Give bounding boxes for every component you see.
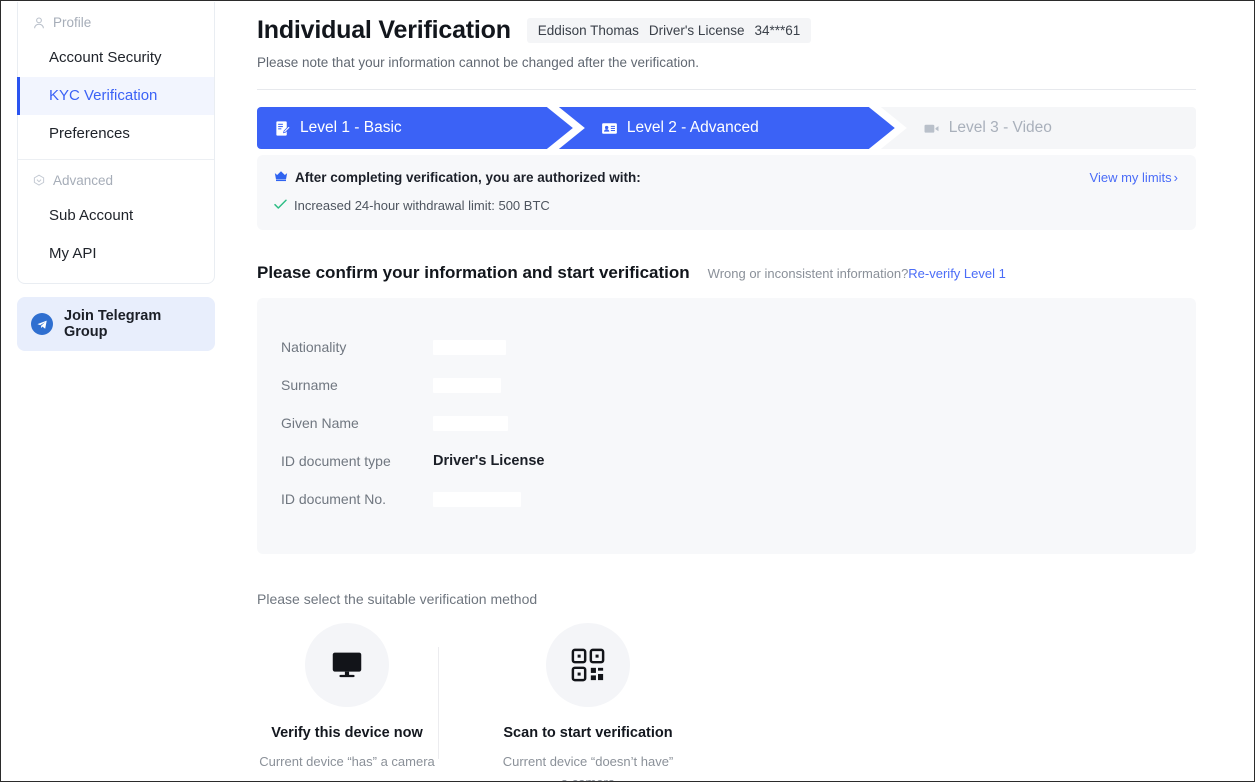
step-label: Level 1 - Basic — [300, 119, 402, 136]
telegram-icon — [31, 313, 53, 335]
sidebar-item-kyc-verification[interactable]: KYC Verification — [17, 77, 214, 115]
method-title: Verify this device now — [271, 725, 423, 741]
qr-code-icon — [546, 623, 630, 707]
confirm-note: Wrong or inconsistent information?Re-ver… — [708, 266, 1006, 281]
identity-info-panel: Nationality Surname Given Name ID docume… — [257, 298, 1196, 554]
document-pen-icon — [274, 120, 291, 137]
user-icon — [32, 16, 46, 30]
header-divider — [257, 89, 1196, 90]
info-label: ID document No. — [281, 491, 387, 507]
method-title: Scan to start verification — [503, 725, 673, 741]
step-label: Level 3 - Video — [948, 119, 1052, 136]
video-camera-icon — [923, 120, 940, 137]
method-verify-this-device[interactable]: Verify this device now Current device “h… — [257, 623, 437, 772]
crown-icon — [274, 170, 288, 185]
sidebar-card: Profile Account Security KYC Verificatio… — [17, 2, 215, 284]
sidebar-item-sub-account[interactable]: Sub Account — [18, 197, 214, 235]
hexagon-chevron-icon — [32, 174, 46, 188]
benefits-heading: After completing verification, you are a… — [274, 170, 1176, 185]
benefit-item-text: Increased 24-hour withdrawal limit: 500 … — [294, 198, 550, 213]
sidebar-group-profile-header: Profile — [18, 2, 214, 39]
info-row: Surname — [281, 366, 1196, 404]
sidebar-item-label: My API — [49, 245, 97, 262]
confirm-heading-row: Please confirm your information and star… — [257, 263, 1196, 283]
step-label: Level 2 - Advanced — [626, 119, 759, 136]
verification-method-options: Verify this device now Current device “h… — [257, 623, 1196, 781]
benefit-item: Increased 24-hour withdrawal limit: 500 … — [274, 198, 1176, 213]
sidebar-group-advanced-label: Advanced — [53, 173, 114, 188]
chevron-right-icon: › — [1173, 170, 1178, 185]
info-label: ID document type — [281, 453, 391, 469]
method-prompt: Please select the suitable verification … — [257, 591, 538, 607]
info-row: Given Name — [281, 404, 1196, 442]
telegram-label: Join Telegram Group — [64, 308, 162, 340]
info-row: Nationality — [281, 328, 1196, 366]
badge-doc-number: 34***61 — [754, 23, 801, 38]
step-level-1-basic[interactable]: Level 1 - Basic — [257, 107, 573, 149]
sidebar: Profile Account Security KYC Verificatio… — [17, 2, 215, 351]
step-level-2-advanced[interactable]: Level 2 - Advanced — [559, 107, 895, 149]
main-content: Individual Verification Eddison Thomas D… — [257, 1, 1196, 781]
badge-doc-type: Driver's License — [648, 23, 745, 38]
sidebar-item-my-api[interactable]: My API — [18, 235, 214, 273]
sidebar-item-preferences[interactable]: Preferences — [18, 115, 214, 153]
id-card-icon — [601, 120, 618, 137]
title-row: Individual Verification Eddison Thomas D… — [257, 1, 1196, 45]
info-label: Nationality — [281, 339, 347, 355]
sidebar-item-label: Account Security — [49, 49, 162, 66]
monitor-icon — [305, 623, 389, 707]
step-level-3-video[interactable]: Level 3 - Video — [880, 107, 1196, 149]
join-telegram-group-button[interactable]: Join Telegram Group — [17, 297, 215, 351]
method-description: Current device “has” a camera — [259, 754, 435, 769]
info-row: ID document No. — [281, 480, 1196, 518]
sidebar-item-label: Preferences — [49, 125, 130, 142]
redacted-value — [433, 415, 508, 431]
confirm-title: Please confirm your information and star… — [257, 263, 690, 282]
method-scan-to-start[interactable]: Scan to start verification Current devic… — [498, 623, 678, 781]
page-subtitle: Please note that your information cannot… — [257, 55, 700, 70]
sidebar-item-label: Sub Account — [49, 207, 134, 224]
sidebar-item-label: KYC Verification — [49, 87, 158, 104]
view-my-limits-link[interactable]: View my limits › — [1090, 170, 1178, 185]
info-value: Driver's License — [433, 453, 545, 469]
identity-badge: Eddison Thomas Driver's License 34***61 — [526, 18, 812, 43]
info-label: Surname — [281, 377, 338, 393]
redacted-value — [433, 491, 521, 507]
info-label: Given Name — [281, 415, 359, 431]
confirm-note-text: Wrong or inconsistent information? — [707, 266, 909, 281]
benefits-heading-text: After completing verification, you are a… — [295, 170, 641, 185]
page-title: Individual Verification — [257, 16, 511, 44]
re-verify-level-1-link[interactable]: Re-verify Level 1 — [908, 266, 1006, 281]
sidebar-item-account-security[interactable]: Account Security — [18, 39, 214, 77]
redacted-value — [433, 339, 506, 355]
benefits-panel: After completing verification, you are a… — [257, 155, 1196, 230]
sidebar-group-profile-label: Profile — [53, 15, 92, 30]
method-description: Current device “doesn’t have” a camera — [502, 754, 674, 781]
check-icon — [274, 198, 287, 213]
view-my-limits-label: View my limits — [1089, 170, 1172, 185]
info-row: ID document type Driver's License — [281, 442, 1196, 480]
kyc-verification-page: Profile Account Security KYC Verificatio… — [0, 0, 1255, 782]
badge-name: Eddison Thomas — [537, 23, 639, 38]
redacted-value — [433, 377, 501, 393]
sidebar-group-advanced-header: Advanced — [18, 160, 214, 197]
method-divider — [438, 647, 439, 759]
verification-level-stepper: Level 1 - Basic Level 2 - Advanced Level… — [257, 107, 1196, 149]
